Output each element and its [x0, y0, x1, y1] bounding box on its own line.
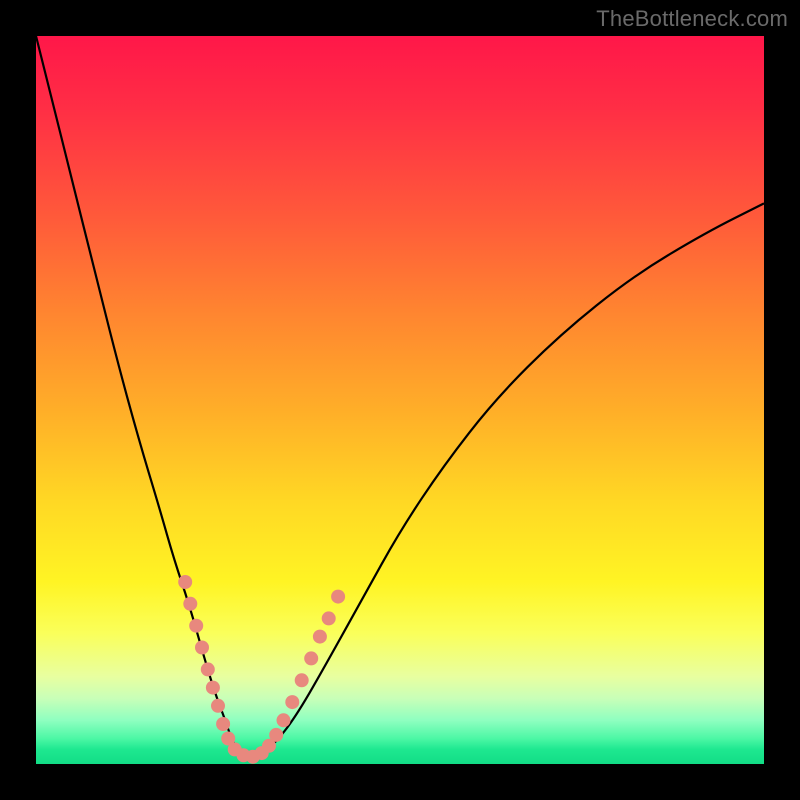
marker-dot: [304, 651, 318, 665]
marker-dot: [211, 699, 225, 713]
marker-dot: [201, 662, 215, 676]
marker-dot: [285, 695, 299, 709]
marker-dot: [277, 713, 291, 727]
marker-dot: [178, 575, 192, 589]
marker-dot: [269, 728, 283, 742]
marker-dot: [189, 619, 203, 633]
marker-dot: [183, 597, 197, 611]
marker-dot: [295, 673, 309, 687]
watermark-text: TheBottleneck.com: [596, 6, 788, 32]
marker-dot: [216, 717, 230, 731]
marker-dot: [322, 611, 336, 625]
plot-area: [36, 36, 764, 764]
chart-frame: TheBottleneck.com: [0, 0, 800, 800]
curve-markers: [178, 575, 345, 764]
bottleneck-curve: [36, 36, 764, 756]
marker-dot: [313, 630, 327, 644]
marker-dot: [195, 641, 209, 655]
curve-svg: [36, 36, 764, 764]
marker-dot: [331, 590, 345, 604]
marker-dot: [206, 681, 220, 695]
